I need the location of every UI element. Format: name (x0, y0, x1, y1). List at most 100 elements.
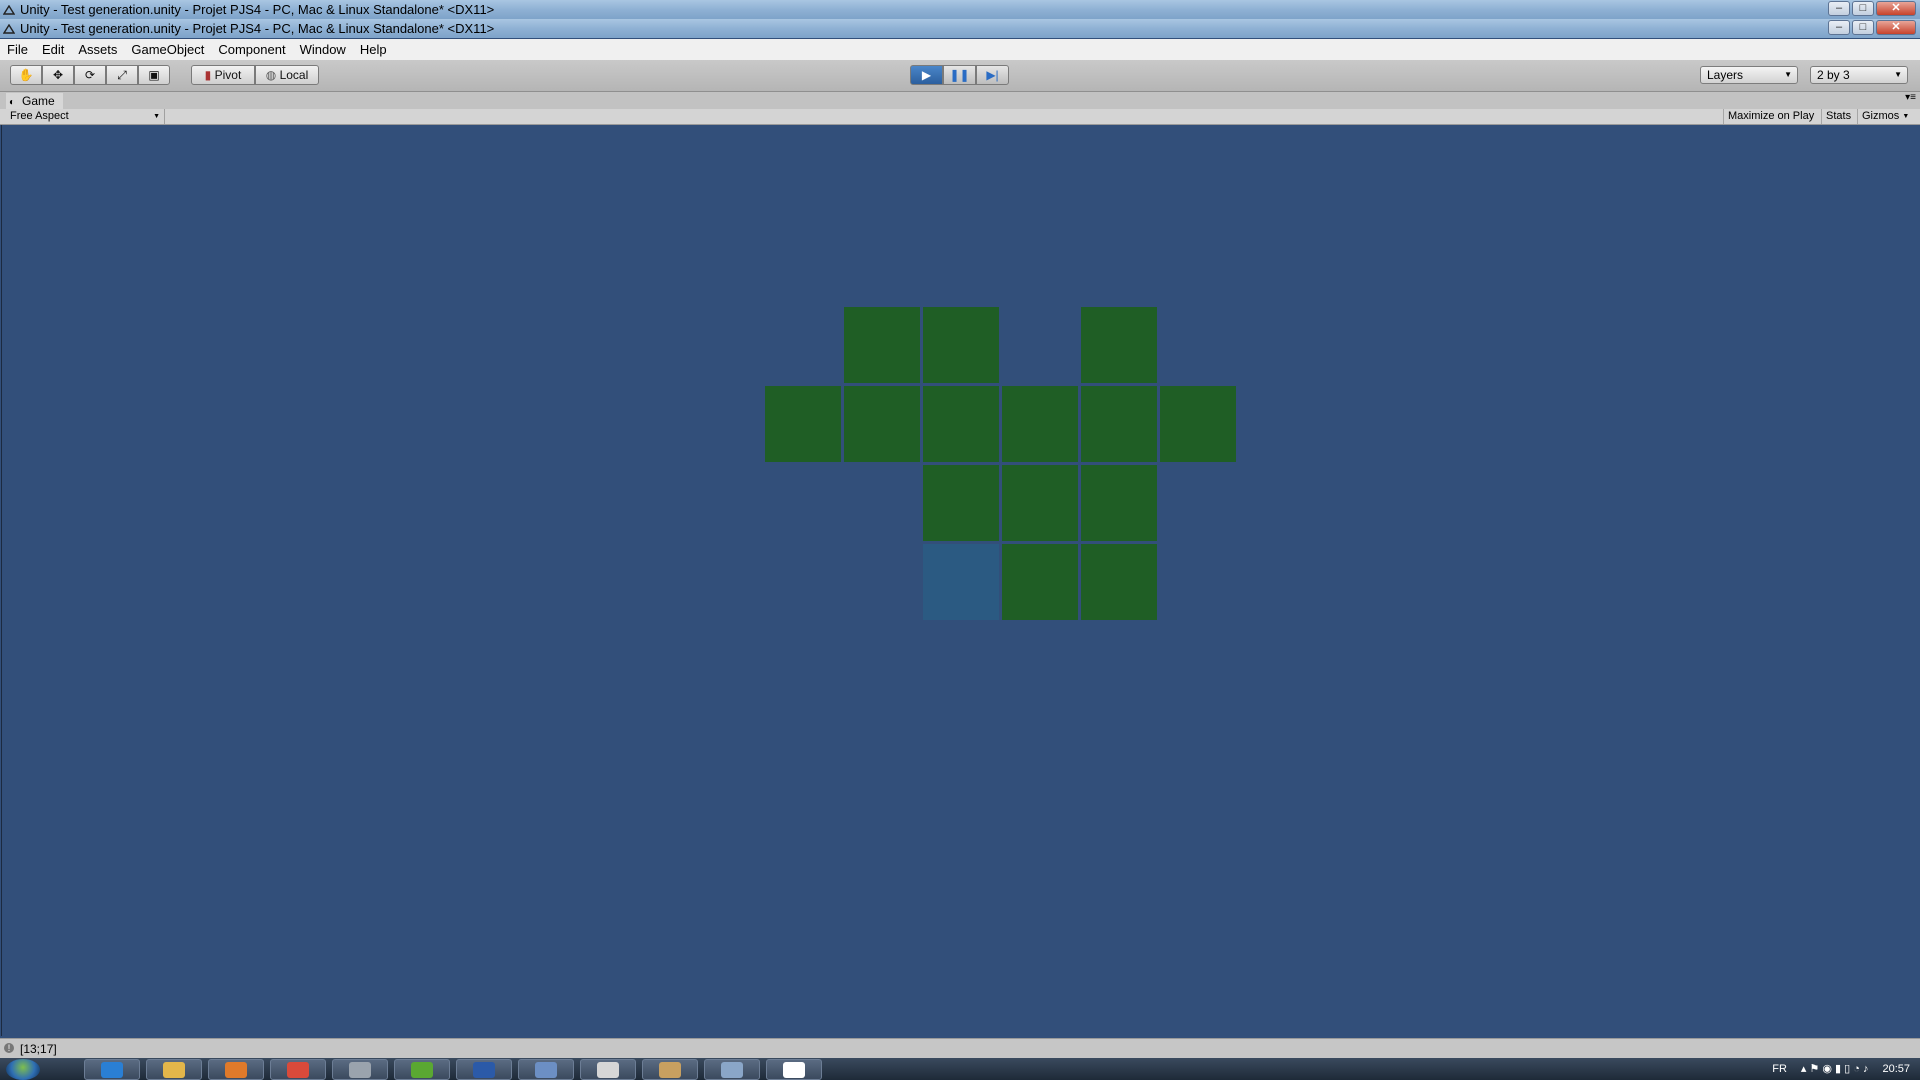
title-bar-1: Unity - Test generation.unity - Projet P… (0, 0, 1920, 19)
aspect-dropdown[interactable]: Free Aspect ▼ (5, 109, 165, 124)
grid-tile[interactable] (1081, 465, 1157, 541)
tab-game-label: Game (22, 94, 55, 108)
title-bar-2: Unity - Test generation.unity - Projet P… (0, 19, 1920, 38)
rotate-icon: ⟳ (84, 68, 96, 82)
pivot-label: Pivot (214, 68, 242, 82)
menu-edit[interactable]: Edit (35, 42, 71, 57)
toolbar: ✋ ✥ ⟳ ⤢ ▣ ▮ Pivot ◍ Local ▶ ❚❚ ▶| Layers… (0, 60, 1920, 92)
itunes-icon (535, 1061, 557, 1078)
grid-tile[interactable] (1160, 386, 1236, 462)
layout-dropdown[interactable]: 2 by 3 ▼ (1810, 66, 1908, 84)
menu-window[interactable]: Window (293, 42, 353, 57)
maximize-on-play-toggle[interactable]: Maximize on Play (1723, 109, 1818, 124)
minimize-button[interactable]: – (1828, 20, 1850, 35)
menu-component[interactable]: Component (211, 42, 292, 57)
taskbar-app-word[interactable] (456, 1059, 512, 1080)
local-label: Local (279, 68, 309, 82)
close-button[interactable]: ✕ (1876, 20, 1916, 35)
highlighted-tile[interactable] (923, 544, 999, 620)
play-button[interactable]: ▶ (910, 65, 943, 85)
menu-help[interactable]: Help (353, 42, 394, 57)
taskbar-app-itunes[interactable] (518, 1059, 574, 1080)
pause-icon: ❚❚ (949, 68, 970, 82)
unity-logo-icon (2, 3, 16, 15)
rect-icon: ▣ (148, 68, 160, 82)
window-title: Unity - Test generation.unity - Projet P… (20, 21, 495, 36)
local-toggle[interactable]: ◍ Local (255, 65, 319, 85)
taskbar-app-settings-app[interactable] (704, 1059, 760, 1080)
settings-app-icon (721, 1061, 743, 1078)
info-icon: ! (4, 1043, 14, 1053)
move-icon: ✥ (52, 68, 64, 82)
scale-tool-button[interactable]: ⤢ (106, 65, 138, 85)
chevron-down-icon: ▼ (153, 113, 160, 120)
ie-icon (101, 1061, 123, 1078)
taskbar-app-disc[interactable] (332, 1059, 388, 1080)
grid-tile[interactable] (923, 386, 999, 462)
pause-button[interactable]: ❚❚ (943, 65, 976, 85)
tray-icons: ▴ ⚑ ◉ ▮ ▯ ◔ ♪ (1800, 1063, 1869, 1075)
step-icon: ▶| (986, 68, 999, 82)
grid-tile[interactable] (1002, 465, 1078, 541)
layers-dropdown[interactable]: Layers ▼ (1700, 66, 1798, 84)
grid-tile[interactable] (1081, 307, 1157, 383)
paint-icon (659, 1061, 681, 1078)
taskbar-app-chrome[interactable] (270, 1059, 326, 1080)
grid-tile[interactable] (765, 386, 841, 462)
taskbar-app-chart-app[interactable] (580, 1059, 636, 1080)
menu-file[interactable]: File (0, 42, 35, 57)
grid-tile[interactable] (1081, 544, 1157, 620)
grid-tile[interactable] (923, 307, 999, 383)
step-button[interactable]: ▶| (976, 65, 1009, 85)
language-indicator[interactable]: FR (1772, 1058, 1787, 1080)
grid-tile[interactable] (923, 465, 999, 541)
grid-tile[interactable] (1081, 386, 1157, 462)
menu-assets[interactable]: Assets (71, 42, 124, 57)
clock[interactable]: 20:57 (1882, 1058, 1910, 1080)
play-icon: ▶ (921, 68, 932, 82)
scale-icon: ⤢ (117, 68, 127, 82)
taskbar-app-unity[interactable] (766, 1059, 822, 1080)
move-tool-button[interactable]: ✥ (42, 65, 74, 85)
chrome-icon (287, 1061, 309, 1078)
rotate-tool-button[interactable]: ⟳ (74, 65, 106, 85)
taskbar-app-ie[interactable] (84, 1059, 140, 1080)
rect-tool-button[interactable]: ▣ (138, 65, 170, 85)
game-view[interactable] (1, 125, 1920, 1036)
explorer-icon (163, 1061, 185, 1078)
unity-logo-icon (2, 22, 16, 34)
game-view-toolbar: Free Aspect ▼ Maximize on Play Stats Giz… (0, 109, 1920, 125)
menu-gameobject[interactable]: GameObject (124, 42, 211, 57)
disc-icon (349, 1061, 371, 1078)
tab-game[interactable]: ◐ Game (6, 93, 63, 109)
layout-label: 2 by 3 (1817, 68, 1850, 82)
taskbar-app-explorer[interactable] (146, 1059, 202, 1080)
grid-tile[interactable] (1002, 544, 1078, 620)
chevron-down-icon: ▼ (1902, 113, 1910, 120)
minimize-button[interactable]: – (1828, 1, 1850, 16)
gizmos-dropdown[interactable]: Gizmos ▼ (1857, 109, 1911, 124)
maximize-button[interactable]: □ (1852, 1, 1874, 16)
hand-tool-button[interactable]: ✋ (10, 65, 42, 85)
pivot-toggle[interactable]: ▮ Pivot (191, 65, 255, 85)
taskbar-app-media-player[interactable] (208, 1059, 264, 1080)
globe-icon: ◍ (265, 68, 277, 82)
chart-app-icon (597, 1061, 619, 1078)
media-player-icon (225, 1061, 247, 1078)
taskbar: FR ▴ ⚑ ◉ ▮ ▯ ◔ ♪ 20:57 (0, 1058, 1920, 1080)
panel-menu-icon[interactable]: ▾≡ (1905, 92, 1916, 103)
grid-tile[interactable] (844, 307, 920, 383)
tile-grid (765, 307, 1237, 621)
window-title: Unity - Test generation.unity - Projet P… (20, 2, 495, 17)
taskbar-app-utorrent[interactable] (394, 1059, 450, 1080)
start-button[interactable] (6, 1059, 40, 1080)
maximize-button[interactable]: □ (1852, 20, 1874, 35)
stats-toggle[interactable]: Stats (1821, 109, 1855, 124)
hand-icon: ✋ (18, 68, 34, 82)
close-button[interactable]: ✕ (1876, 1, 1916, 16)
grid-tile[interactable] (1002, 386, 1078, 462)
grid-tile[interactable] (844, 386, 920, 462)
layers-label: Layers (1707, 68, 1744, 82)
status-bar[interactable]: ! [13;17] (0, 1038, 1920, 1059)
taskbar-app-paint[interactable] (642, 1059, 698, 1080)
